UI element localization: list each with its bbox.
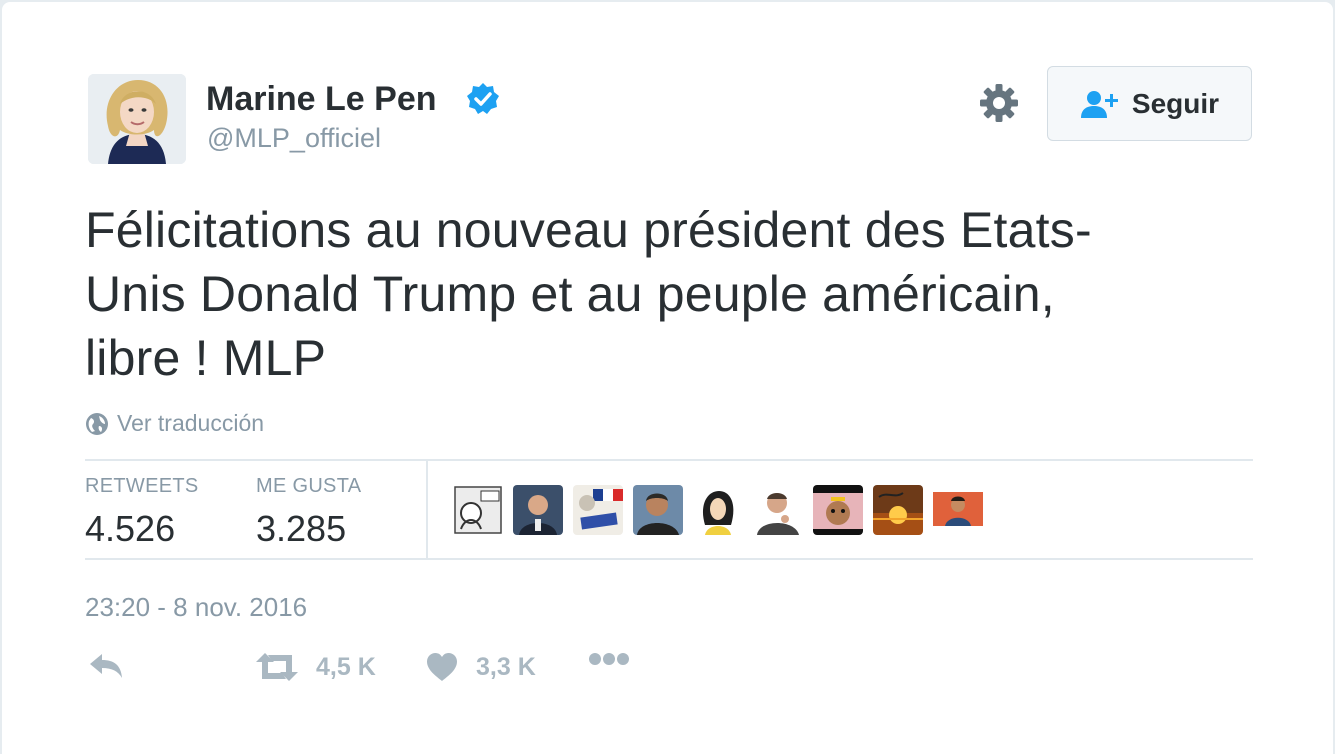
retweets-value: 4.526 [85, 508, 176, 549]
retweets-label: RETWEETS [85, 475, 199, 497]
tweet-text-line: libre ! MLP [85, 330, 327, 386]
author-avatar[interactable] [88, 74, 186, 164]
tweet-text: Félicitations au nouveau président des E… [85, 198, 1225, 390]
stats-divider [426, 461, 428, 558]
likes-label: ME GUSTA [256, 475, 362, 497]
heart-icon [427, 653, 457, 681]
tweet-card: Marine Le Pen @MLP_officiel Seguir Félic [2, 2, 1333, 754]
liker-avatar[interactable] [933, 485, 983, 535]
retweet-button[interactable]: 4,5 K [256, 652, 376, 682]
reply-button[interactable] [88, 652, 124, 680]
tweet-text-line: Félicitations au nouveau président des E… [85, 202, 1092, 258]
verified-badge-icon [467, 83, 499, 114]
reply-icon [90, 654, 122, 678]
retweets-stat[interactable]: RETWEETS 4.526 [85, 475, 199, 550]
liker-avatar[interactable] [633, 485, 683, 535]
gear-icon[interactable] [978, 82, 1020, 124]
likes-value: 3.285 [256, 508, 347, 549]
translate-label: Ver traducción [117, 410, 265, 436]
likes-stat[interactable]: ME GUSTA 3.285 [256, 475, 361, 550]
translate-link[interactable]: Ver traducción [85, 410, 264, 437]
liker-avatar[interactable] [693, 485, 743, 535]
liker-avatar[interactable] [453, 485, 503, 535]
follow-button[interactable]: Seguir [1047, 66, 1252, 141]
liker-avatar[interactable] [573, 485, 623, 535]
tweet-timestamp[interactable]: 23:20 - 8 nov. 2016 [85, 592, 307, 623]
liker-avatar[interactable] [753, 485, 803, 535]
more-icon [589, 653, 629, 665]
liker-avatar[interactable] [513, 485, 563, 535]
globe-icon [86, 412, 108, 435]
like-count: 3,3 K [476, 652, 536, 681]
more-button[interactable] [588, 652, 630, 666]
like-button[interactable]: 3,3 K [426, 652, 536, 682]
author-handle[interactable]: @MLP_officiel [207, 123, 381, 154]
tweet-stats: RETWEETS 4.526 ME GUSTA 3.285 [85, 459, 1253, 560]
liker-avatars [453, 485, 983, 535]
tweet-text-line: Unis Donald Trump et au peuple américain… [85, 266, 1055, 322]
add-user-icon [1080, 90, 1118, 118]
follow-button-label: Seguir [1131, 87, 1220, 119]
retweet-icon [256, 653, 298, 681]
author-display-name[interactable]: Marine Le Pen [206, 80, 437, 119]
liker-avatar[interactable] [873, 485, 923, 535]
liker-avatar[interactable] [813, 485, 863, 535]
retweet-count: 4,5 K [316, 652, 376, 681]
